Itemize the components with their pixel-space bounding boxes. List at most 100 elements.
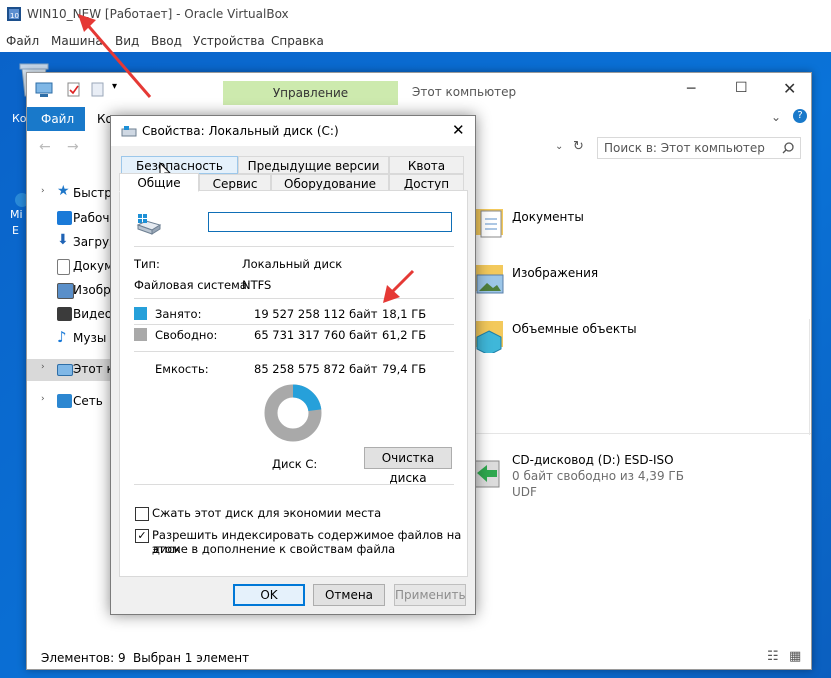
capacity-bytes: 85 258 575 872 байт [254, 362, 378, 376]
document-icon [57, 259, 70, 275]
cd-drive-free: 0 байт свободно из 4,39 ГБ [512, 469, 684, 483]
minimize-icon[interactable]: ─ [687, 81, 695, 97]
video-icon [57, 307, 72, 321]
type-value: Локальный диск [242, 257, 343, 271]
free-label: Свободно: [155, 328, 218, 342]
expand-icon[interactable]: › [41, 394, 45, 404]
forward-icon[interactable]: → [67, 139, 79, 155]
search-placeholder: Поиск в: Этот компьютер [604, 141, 765, 155]
download-icon: ⬇ [57, 232, 69, 248]
index-checkbox[interactable]: ✓ [135, 529, 149, 543]
compress-label: Сжать этот диск для экономии места [152, 506, 382, 520]
separator [134, 246, 454, 247]
folder-label: Документы [512, 210, 584, 224]
expand-icon[interactable]: › [41, 362, 45, 372]
drive-icon [121, 126, 137, 137]
disk-usage-donut [264, 384, 322, 442]
dialog-titlebar: Свойства: Локальный диск (C:) ✕ [111, 116, 475, 146]
cd-drive-fs: UDF [512, 485, 537, 499]
apply-button[interactable]: Применить [394, 584, 466, 606]
used-label: Занято: [155, 307, 202, 321]
explorer-title: Этот компьютер [412, 85, 517, 99]
vbox-titlebar: 10 WIN10_NEW [Работает] - Oracle Virtual… [0, 0, 831, 30]
used-space-swatch [134, 307, 147, 320]
separator [134, 484, 454, 485]
expand-icon[interactable]: › [41, 186, 45, 196]
ribbon-expand-icon[interactable]: ⌄ [771, 110, 781, 124]
separator [134, 298, 454, 299]
general-tab-panel: Тип: Локальный диск Файловая система: NT… [119, 190, 468, 577]
maximize-icon[interactable]: ☐ [735, 80, 748, 96]
separator [134, 351, 454, 352]
cd-drive-name: CD-дисковод (D:) ESD-ISO [512, 453, 674, 467]
vbox-menu-view[interactable]: Вид [115, 34, 139, 48]
network-icon [57, 394, 72, 408]
back-icon[interactable]: ← [39, 139, 51, 155]
nav-item-label: Сеть [73, 394, 103, 408]
nav-item-label: Рабоч [73, 211, 110, 225]
vbox-menu-input[interactable]: Ввод [151, 34, 182, 48]
vbox-title: WIN10_NEW [Работает] - Oracle VirtualBox [27, 7, 289, 21]
ok-button[interactable]: OK [233, 584, 305, 606]
content-divider [809, 319, 810, 435]
virtualbox-icon: 10 [7, 7, 21, 21]
tab-security[interactable]: Безопасность [121, 156, 238, 174]
local-disk-icon [136, 214, 162, 235]
computer-icon [35, 82, 53, 97]
free-space-swatch [134, 328, 147, 341]
tab-quota[interactable]: Квота [389, 156, 464, 174]
type-label: Тип: [134, 257, 160, 271]
free-gb: 61,2 ГБ [382, 328, 427, 342]
nav-item-label: Музы [73, 331, 107, 345]
properties-icon[interactable] [67, 82, 81, 98]
cancel-button[interactable]: Отмена [313, 584, 385, 606]
used-gb: 18,1 ГБ [382, 307, 427, 321]
folder-label: Изображения [512, 266, 599, 280]
disk-name-input[interactable] [208, 212, 452, 232]
index-label-line2: диске в дополнение к свойствам файла [152, 542, 396, 556]
free-bytes: 65 731 317 760 байт [254, 328, 378, 342]
disk-cleanup-button[interactable]: Очистка диска [364, 447, 452, 485]
new-folder-icon[interactable] [91, 82, 105, 98]
status-selected: Выбран 1 элемент [133, 651, 250, 665]
folder-label: Объемные объекты [512, 322, 637, 336]
desktop-icon-label: E [12, 224, 19, 237]
vbox-menubar: Файл Машина Вид Ввод Устройства Справка [0, 30, 831, 52]
tab-general[interactable]: Общие [119, 173, 199, 192]
dialog-title: Свойства: Локальный диск (C:) [142, 124, 339, 138]
used-bytes: 19 527 258 112 байт [254, 307, 378, 321]
vbox-menu-file[interactable]: Файл [6, 34, 39, 48]
status-item-count: Элементов: 9 [41, 651, 126, 665]
nav-item-label: Изобр [73, 283, 111, 297]
ribbon-context-tab-manage[interactable]: Управление [223, 81, 398, 105]
refresh-icon[interactable]: ↻ [573, 139, 584, 154]
desktop-icon-label: Mi [10, 208, 23, 221]
tab-previous-versions[interactable]: Предыдущие версии [238, 156, 389, 174]
close-icon[interactable]: ✕ [783, 79, 796, 98]
capacity-label: Емкость: [155, 362, 209, 376]
desktop-icon [57, 211, 72, 225]
nav-item-label: Видео [73, 307, 113, 321]
capacity-gb: 79,4 ГБ [382, 362, 427, 376]
separator [134, 324, 454, 325]
star-icon: ★ [57, 183, 70, 199]
details-view-icon[interactable]: ☷ [767, 649, 779, 664]
tiles-view-icon[interactable]: ▦ [789, 649, 801, 664]
picture-icon [57, 283, 74, 299]
ribbon-tab-file[interactable]: Файл [27, 107, 85, 131]
dialog-close-icon[interactable]: ✕ [452, 121, 465, 139]
search-box[interactable]: Поиск в: Этот компьютер [597, 137, 801, 159]
vbox-menu-help[interactable]: Справка [271, 34, 324, 48]
qat-dropdown-icon[interactable]: ▾ [112, 81, 117, 92]
filesystem-label: Файловая система: [134, 278, 251, 292]
vbox-menu-devices[interactable]: Устройства [193, 34, 265, 48]
vbox-menu-machine[interactable]: Машина [51, 34, 103, 48]
address-dropdown-icon[interactable]: ⌄ [555, 141, 563, 152]
search-icon[interactable] [782, 142, 794, 154]
music-icon: ♪ [57, 328, 67, 346]
compress-checkbox[interactable] [135, 507, 149, 521]
ribbon-tab-file-label: Файл [41, 112, 75, 126]
nav-item-label: Докум [73, 259, 114, 273]
svg-text:10: 10 [10, 12, 19, 20]
help-icon[interactable]: ? [793, 109, 807, 123]
